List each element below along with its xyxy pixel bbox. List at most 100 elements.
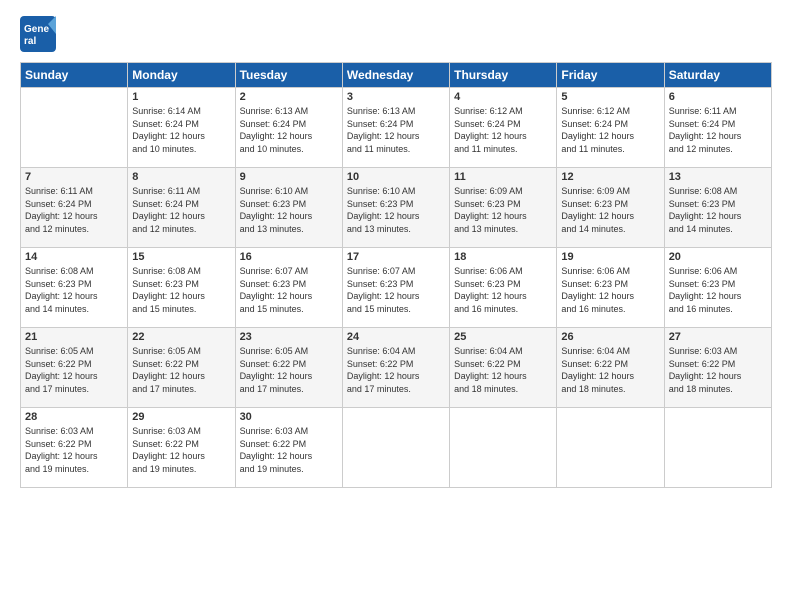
svg-text:Gene: Gene (24, 24, 49, 35)
calendar-cell: 3Sunrise: 6:13 AM Sunset: 6:24 PM Daylig… (342, 88, 449, 168)
calendar-cell: 4 Sunrise: 6:12 AM Sunset: 6:24 PM Daylig… (450, 88, 557, 168)
day-info: Sunrise: 6:08 AM Sunset: 6:23 PM Dayligh… (132, 265, 230, 315)
day-info: Sunrise: 6:12 AM Sunset: 6:24 PM Dayligh… (454, 105, 552, 155)
day-number: 3 (347, 91, 445, 103)
day-number: 21 (25, 331, 123, 343)
day-number: 26 (561, 331, 659, 343)
calendar-cell: 25 Sunrise: 6:04 AM Sunset: 6:22 PM Dayli… (450, 328, 557, 408)
header: Gene ral (20, 16, 772, 52)
day-number: 12 (561, 171, 659, 183)
calendar-cell: 16Sunrise: 6:07 AM Sunset: 6:23 PM Dayli… (235, 248, 342, 328)
day-number: 30 (240, 411, 338, 423)
day-info: Sunrise: 6:05 AM Sunset: 6:22 PM Dayligh… (132, 345, 230, 395)
day-number: 7 (25, 171, 123, 183)
logo-icon: Gene ral (20, 16, 56, 52)
week-row-1: 1 Sunrise: 6:14 AM Sunset: 6:24 PM Daylig… (21, 88, 772, 168)
calendar-cell: 11 Sunrise: 6:09 AM Sunset: 6:23 PM Dayli… (450, 168, 557, 248)
day-number: 13 (669, 171, 767, 183)
calendar-cell: 21 Sunrise: 6:05 AM Sunset: 6:22 PM Dayli… (21, 328, 128, 408)
day-info: Sunrise: 6:13 AM Sunset: 6:24 PM Dayligh… (240, 105, 338, 155)
day-number: 20 (669, 251, 767, 263)
day-number: 24 (347, 331, 445, 343)
week-row-5: 28 Sunrise: 6:03 AM Sunset: 6:22 PM Dayli… (21, 408, 772, 488)
day-number: 25 (454, 331, 552, 343)
day-number: 2 (240, 91, 338, 103)
calendar-cell: 18 Sunrise: 6:06 AM Sunset: 6:23 PM Dayli… (450, 248, 557, 328)
day-number: 28 (25, 411, 123, 423)
day-info: Sunrise: 6:03 AM Sunset: 6:22 PM Dayligh… (669, 345, 767, 395)
calendar-cell: 10Sunrise: 6:10 AM Sunset: 6:23 PM Dayli… (342, 168, 449, 248)
day-number: 29 (132, 411, 230, 423)
day-info: Sunrise: 6:06 AM Sunset: 6:23 PM Dayligh… (454, 265, 552, 315)
calendar-cell: 2 Sunrise: 6:13 AM Sunset: 6:24 PM Daylig… (235, 88, 342, 168)
day-number: 22 (132, 331, 230, 343)
calendar-cell (557, 408, 664, 488)
calendar-cell: 14 Sunrise: 6:08 AM Sunset: 6:23 PM Dayli… (21, 248, 128, 328)
weekday-header-tuesday: Tuesday (235, 63, 342, 88)
weekday-header-row: SundayMondayTuesdayWednesdayThursdayFrid… (21, 63, 772, 88)
calendar-cell: 5Sunrise: 6:12 AM Sunset: 6:24 PM Daylig… (557, 88, 664, 168)
calendar-cell: 20 Sunrise: 6:06 AM Sunset: 6:23 PM Dayli… (664, 248, 771, 328)
day-info: Sunrise: 6:07 AM Sunset: 6:23 PM Dayligh… (347, 265, 445, 315)
day-number: 6 (669, 91, 767, 103)
calendar-cell: 27 Sunrise: 6:03 AM Sunset: 6:22 PM Dayli… (664, 328, 771, 408)
week-row-4: 21 Sunrise: 6:05 AM Sunset: 6:22 PM Dayli… (21, 328, 772, 408)
calendar-cell: 19 Sunrise: 6:06 AM Sunset: 6:23 PM Dayli… (557, 248, 664, 328)
day-number: 5 (561, 91, 659, 103)
calendar-cell: 9Sunrise: 6:10 AM Sunset: 6:23 PM Daylig… (235, 168, 342, 248)
day-info: Sunrise: 6:03 AM Sunset: 6:22 PM Dayligh… (25, 425, 123, 475)
day-number: 4 (454, 91, 552, 103)
day-number: 11 (454, 171, 552, 183)
calendar-cell (342, 408, 449, 488)
calendar-cell: 17 Sunrise: 6:07 AM Sunset: 6:23 PM Dayli… (342, 248, 449, 328)
calendar-cell: 13 Sunrise: 6:08 AM Sunset: 6:23 PM Dayli… (664, 168, 771, 248)
day-info: Sunrise: 6:08 AM Sunset: 6:23 PM Dayligh… (669, 185, 767, 235)
day-info: Sunrise: 6:06 AM Sunset: 6:23 PM Dayligh… (669, 265, 767, 315)
day-number: 1 (132, 91, 230, 103)
day-info: Sunrise: 6:04 AM Sunset: 6:22 PM Dayligh… (561, 345, 659, 395)
day-number: 18 (454, 251, 552, 263)
day-info: Sunrise: 6:05 AM Sunset: 6:22 PM Dayligh… (25, 345, 123, 395)
day-number: 19 (561, 251, 659, 263)
weekday-header-friday: Friday (557, 63, 664, 88)
weekday-header-sunday: Sunday (21, 63, 128, 88)
calendar-table: SundayMondayTuesdayWednesdayThursdayFrid… (20, 62, 772, 488)
calendar-cell: 1 Sunrise: 6:14 AM Sunset: 6:24 PM Daylig… (128, 88, 235, 168)
day-number: 23 (240, 331, 338, 343)
calendar-cell: 29Sunrise: 6:03 AM Sunset: 6:22 PM Dayli… (128, 408, 235, 488)
day-info: Sunrise: 6:08 AM Sunset: 6:23 PM Dayligh… (25, 265, 123, 315)
weekday-header-wednesday: Wednesday (342, 63, 449, 88)
page: Gene ral SundayMondayTuesdayWednesdayThu… (0, 0, 792, 612)
day-info: Sunrise: 6:14 AM Sunset: 6:24 PM Dayligh… (132, 105, 230, 155)
day-info: Sunrise: 6:09 AM Sunset: 6:23 PM Dayligh… (454, 185, 552, 235)
week-row-3: 14 Sunrise: 6:08 AM Sunset: 6:23 PM Dayli… (21, 248, 772, 328)
day-info: Sunrise: 6:11 AM Sunset: 6:24 PM Dayligh… (669, 105, 767, 155)
day-info: Sunrise: 6:06 AM Sunset: 6:23 PM Dayligh… (561, 265, 659, 315)
calendar-cell (664, 408, 771, 488)
day-info: Sunrise: 6:10 AM Sunset: 6:23 PM Dayligh… (347, 185, 445, 235)
day-info: Sunrise: 6:04 AM Sunset: 6:22 PM Dayligh… (454, 345, 552, 395)
day-info: Sunrise: 6:10 AM Sunset: 6:23 PM Dayligh… (240, 185, 338, 235)
day-info: Sunrise: 6:03 AM Sunset: 6:22 PM Dayligh… (240, 425, 338, 475)
day-number: 14 (25, 251, 123, 263)
calendar-cell: 30 Sunrise: 6:03 AM Sunset: 6:22 PM Dayli… (235, 408, 342, 488)
calendar-cell: 24Sunrise: 6:04 AM Sunset: 6:22 PM Dayli… (342, 328, 449, 408)
calendar-cell: 8Sunrise: 6:11 AM Sunset: 6:24 PM Daylig… (128, 168, 235, 248)
calendar-cell: 22 Sunrise: 6:05 AM Sunset: 6:22 PM Dayli… (128, 328, 235, 408)
day-number: 17 (347, 251, 445, 263)
weekday-header-saturday: Saturday (664, 63, 771, 88)
day-number: 16 (240, 251, 338, 263)
logo: Gene ral (20, 16, 60, 52)
calendar-cell (450, 408, 557, 488)
day-number: 27 (669, 331, 767, 343)
weekday-header-monday: Monday (128, 63, 235, 88)
day-info: Sunrise: 6:09 AM Sunset: 6:23 PM Dayligh… (561, 185, 659, 235)
day-info: Sunrise: 6:11 AM Sunset: 6:24 PM Dayligh… (25, 185, 123, 235)
calendar-cell: 12 Sunrise: 6:09 AM Sunset: 6:23 PM Dayli… (557, 168, 664, 248)
svg-text:ral: ral (24, 36, 36, 47)
calendar-cell: 26 Sunrise: 6:04 AM Sunset: 6:22 PM Dayli… (557, 328, 664, 408)
day-info: Sunrise: 6:05 AM Sunset: 6:22 PM Dayligh… (240, 345, 338, 395)
calendar-cell: 7 Sunrise: 6:11 AM Sunset: 6:24 PM Daylig… (21, 168, 128, 248)
weekday-header-thursday: Thursday (450, 63, 557, 88)
calendar-cell: 15Sunrise: 6:08 AM Sunset: 6:23 PM Dayli… (128, 248, 235, 328)
